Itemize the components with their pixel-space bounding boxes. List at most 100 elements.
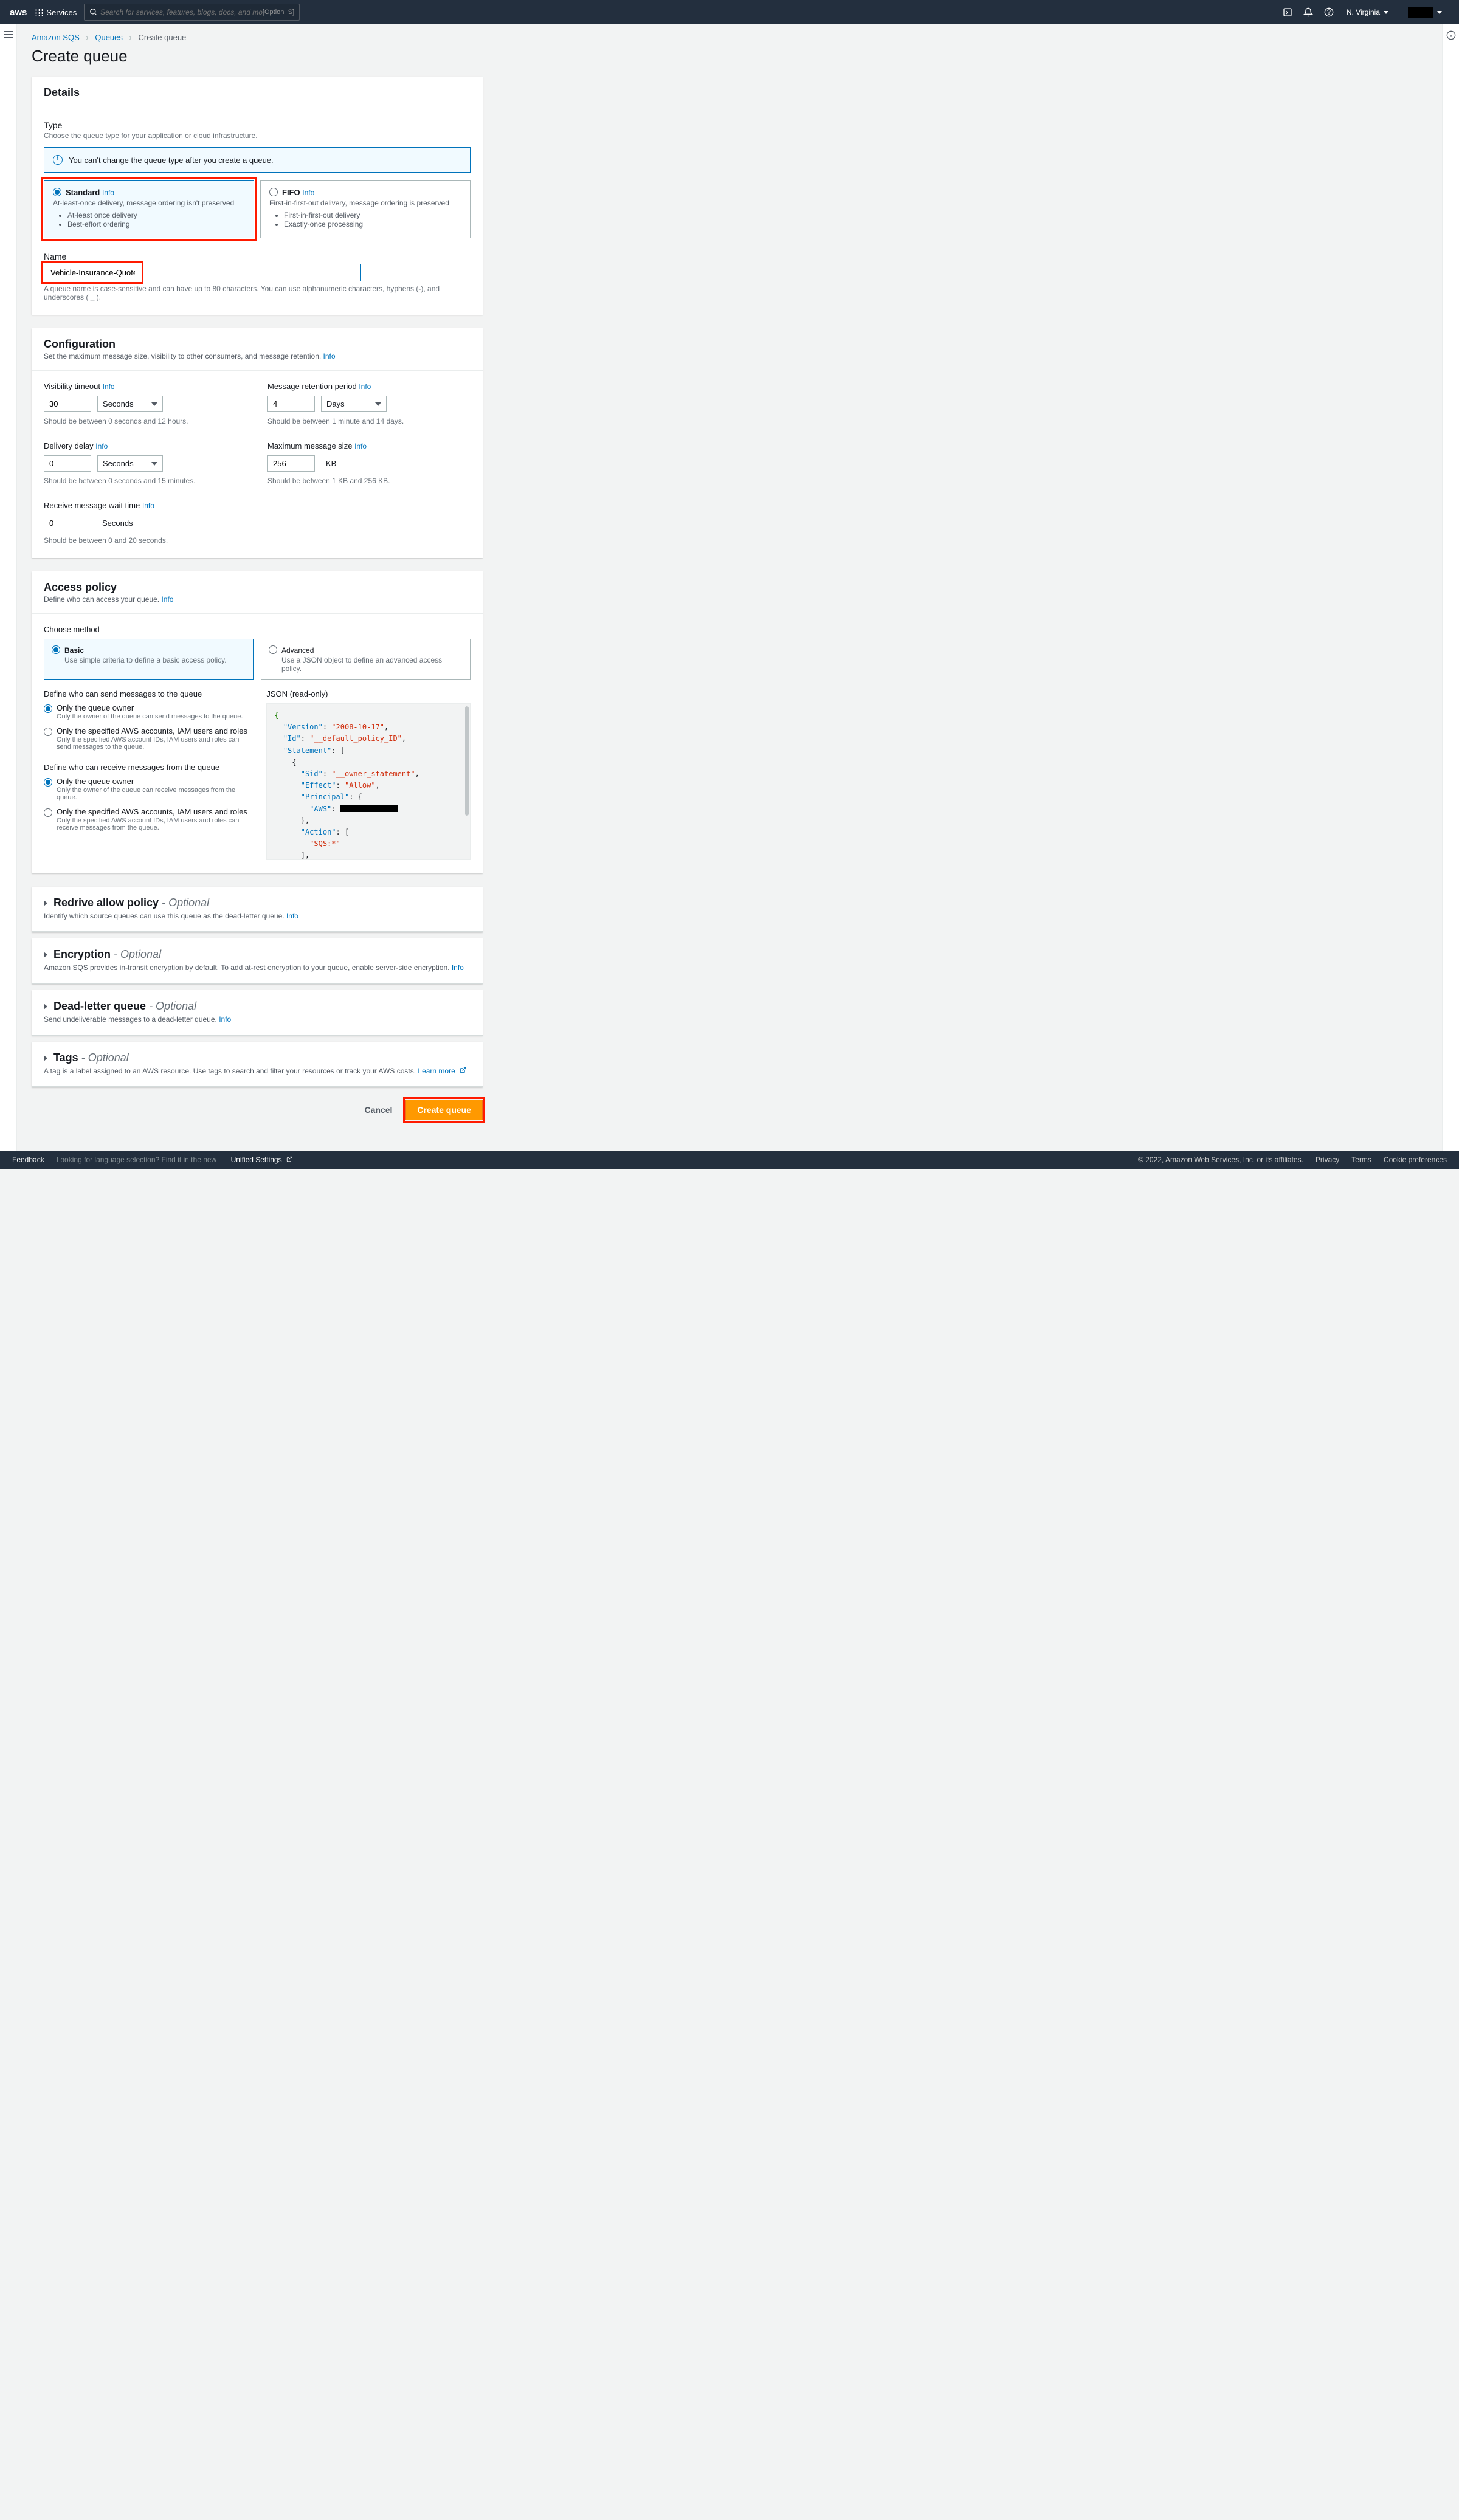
wait-input[interactable] xyxy=(44,515,91,531)
retention-hint: Should be between 1 minute and 14 days. xyxy=(267,417,471,425)
queue-type-standard[interactable]: Standard Info At-least-once delivery, me… xyxy=(44,180,254,238)
retention-input[interactable] xyxy=(267,396,315,412)
info-link-wait[interactable]: Info xyxy=(142,501,154,510)
opt-label: Only the queue owner xyxy=(57,703,243,712)
retention-label: Message retention period xyxy=(267,382,357,391)
unit-label: Seconds xyxy=(103,459,134,468)
tags-section[interactable]: Tags - Optional A tag is a label assigne… xyxy=(32,1042,483,1087)
info-link-delay[interactable]: Info xyxy=(95,442,108,450)
sidebar-toggle[interactable] xyxy=(0,24,17,1151)
standard-bullet: Best-effort ordering xyxy=(67,220,245,229)
redrive-section[interactable]: Redrive allow policy - Optional Identify… xyxy=(32,887,483,932)
opt-label: Only the queue owner xyxy=(57,777,252,786)
delay-input[interactable] xyxy=(44,455,91,472)
info-link-enc[interactable]: Info xyxy=(452,963,464,972)
redacted xyxy=(340,805,398,812)
maxsize-unit: KB xyxy=(326,459,336,468)
radio-recv-owner xyxy=(44,778,52,787)
radio-standard xyxy=(53,188,61,196)
optional-label: - Optional xyxy=(149,1000,196,1013)
terms-link[interactable]: Terms xyxy=(1351,1155,1371,1164)
delay-hint: Should be between 0 seconds and 15 minut… xyxy=(44,477,247,485)
chevron-down-icon xyxy=(1437,11,1442,14)
chevron-down-icon xyxy=(375,402,381,406)
radio-send-specified xyxy=(44,728,52,736)
info-link-config[interactable]: Info xyxy=(323,352,336,360)
search-input[interactable] xyxy=(100,8,263,16)
account-menu[interactable] xyxy=(1396,7,1449,18)
send-specified-option[interactable]: Only the specified AWS accounts, IAM use… xyxy=(44,726,252,751)
info-link-dlq[interactable]: Info xyxy=(219,1015,231,1024)
radio-advanced xyxy=(269,645,277,654)
unified-settings-link[interactable]: Unified Settings xyxy=(231,1155,292,1164)
help-icon[interactable] xyxy=(1319,2,1339,22)
section-desc: Identify which source queues can use thi… xyxy=(44,912,285,920)
section-desc: Amazon SQS provides in-transit encryptio… xyxy=(44,963,449,972)
info-link-visibility[interactable]: Info xyxy=(103,382,115,391)
queue-name-input[interactable] xyxy=(44,264,141,281)
opt-sub: Only the owner of the queue can receive … xyxy=(57,787,252,801)
page-title: Create queue xyxy=(32,47,483,66)
cloudshell-icon[interactable] xyxy=(1277,2,1298,22)
banner-text: You can't change the queue type after yo… xyxy=(69,156,274,165)
visibility-hint: Should be between 0 seconds and 12 hours… xyxy=(44,417,247,425)
info-panel-toggle[interactable] xyxy=(1442,24,1459,1151)
global-search[interactable]: [Option+S] xyxy=(84,4,300,21)
method-advanced[interactable]: Advanced Use a JSON object to define an … xyxy=(261,639,471,680)
encryption-section[interactable]: Encryption - Optional Amazon SQS provide… xyxy=(32,938,483,984)
info-link-standard[interactable]: Info xyxy=(102,188,114,197)
type-label: Type xyxy=(44,120,471,130)
recv-title: Define who can receive messages from the… xyxy=(44,763,252,772)
dlq-section[interactable]: Dead-letter queue - Optional Send undeli… xyxy=(32,990,483,1036)
type-warning-banner: You can't change the queue type after yo… xyxy=(44,147,471,173)
delay-label: Delivery delay xyxy=(44,441,94,450)
aws-logo[interactable]: aws xyxy=(10,7,27,18)
cancel-button[interactable]: Cancel xyxy=(353,1100,403,1120)
create-button-highlight: Create queue xyxy=(405,1100,483,1120)
wait-hint: Should be between 0 and 20 seconds. xyxy=(44,536,247,545)
learn-more-link[interactable]: Learn more xyxy=(418,1067,466,1075)
chevron-right-icon xyxy=(44,1004,47,1010)
details-panel: Details Type Choose the queue type for y… xyxy=(32,77,483,315)
radio-recv-specified xyxy=(44,808,52,817)
footer: Feedback Looking for language selection?… xyxy=(0,1151,1459,1169)
method-basic[interactable]: Basic Use simple criteria to define a ba… xyxy=(44,639,254,680)
info-link-policy[interactable]: Info xyxy=(161,595,173,604)
info-icon xyxy=(53,155,63,165)
cookie-link[interactable]: Cookie preferences xyxy=(1384,1155,1447,1164)
menu-icon xyxy=(4,31,13,38)
choose-method-label: Choose method xyxy=(44,625,471,634)
services-menu[interactable]: Services xyxy=(34,8,77,17)
privacy-link[interactable]: Privacy xyxy=(1316,1155,1339,1164)
section-desc: Send undeliverable messages to a dead-le… xyxy=(44,1015,217,1024)
policy-header: Access policy Define who can access your… xyxy=(32,571,483,614)
recv-specified-option[interactable]: Only the specified AWS accounts, IAM use… xyxy=(44,807,252,831)
retention-unit-select[interactable]: Days xyxy=(321,396,387,412)
info-link-retention[interactable]: Info xyxy=(359,382,371,391)
unit-label: Days xyxy=(326,399,345,408)
delay-unit-select[interactable]: Seconds xyxy=(97,455,163,472)
send-title: Define who can send messages to the queu… xyxy=(44,689,252,698)
send-owner-option[interactable]: Only the queue ownerOnly the owner of th… xyxy=(44,703,252,720)
feedback-link[interactable]: Feedback xyxy=(12,1155,44,1164)
breadcrumb-sqs[interactable]: Amazon SQS xyxy=(32,33,80,42)
scrollbar[interactable] xyxy=(465,706,469,816)
copyright: © 2022, Amazon Web Services, Inc. or its… xyxy=(1138,1155,1303,1164)
visibility-unit-select[interactable]: Seconds xyxy=(97,396,163,412)
radio-fifo xyxy=(269,188,278,196)
search-kbd: [Option+S] xyxy=(263,9,294,16)
queue-type-fifo[interactable]: FIFO Info First-in-first-out delivery, m… xyxy=(260,180,471,238)
breadcrumb-queues[interactable]: Queues xyxy=(95,33,123,42)
info-link-maxsize[interactable]: Info xyxy=(354,442,367,450)
info-link-redrive[interactable]: Info xyxy=(286,912,298,920)
info-link-fifo[interactable]: Info xyxy=(302,188,314,197)
create-queue-button[interactable]: Create queue xyxy=(405,1100,483,1120)
recv-owner-option[interactable]: Only the queue ownerOnly the owner of th… xyxy=(44,777,252,801)
type-hint: Choose the queue type for your applicati… xyxy=(44,131,471,140)
maxsize-input[interactable] xyxy=(267,455,315,472)
notifications-icon[interactable] xyxy=(1298,2,1319,22)
visibility-input[interactable] xyxy=(44,396,91,412)
region-label: N. Virginia xyxy=(1347,8,1380,16)
adv-desc: Use a JSON object to define an advanced … xyxy=(281,656,463,673)
region-selector[interactable]: N. Virginia xyxy=(1339,8,1396,16)
